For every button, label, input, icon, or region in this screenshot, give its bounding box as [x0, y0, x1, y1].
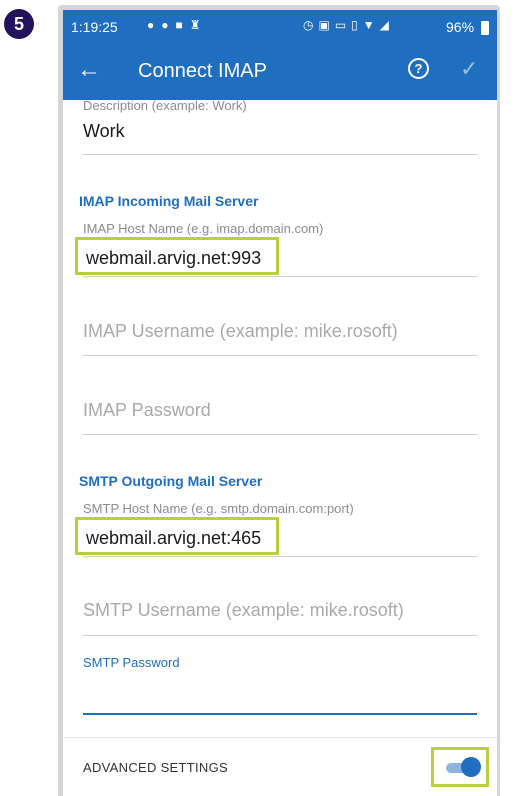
section-divider — [63, 737, 497, 738]
status-time: 1:19:25 — [71, 19, 118, 35]
imap-username-placeholder: IMAP Username (example: mike.rosoft) — [83, 321, 398, 341]
youtube-icon: ■ — [175, 18, 190, 32]
phone-screen: 1:19:25 ●●■♜ ◷▣▭▯▼◢ 96% ← Connect IMAP ?… — [63, 10, 497, 796]
smtp-host-underline — [83, 556, 477, 557]
notification-icons: ●●■♜ — [147, 18, 208, 32]
imap-password-field[interactable]: IMAP Password — [83, 400, 477, 421]
back-arrow-icon[interactable]: ← — [77, 56, 101, 84]
imap-host-value: webmail.arvig.net:993 — [86, 248, 262, 268]
battery-percent: 96% — [446, 19, 475, 35]
imap-password-underline — [83, 434, 477, 435]
smtp-section-header: SMTP Outgoing Mail Server — [79, 473, 263, 489]
system-icons: ◷▣▭▯▼◢ — [303, 18, 394, 32]
facebook-icon: ● — [147, 18, 162, 32]
smtp-host-field[interactable]: webmail.arvig.net:465 — [75, 517, 279, 555]
smtp-username-field[interactable]: SMTP Username (example: mike.rosoft) — [83, 600, 477, 621]
description-field[interactable]: Description (example: Work) — [83, 98, 477, 113]
step-number-badge: 5 — [4, 9, 34, 39]
smtp-host-label-wrap: SMTP Host Name (e.g. smtp.domain.com:por… — [83, 501, 477, 516]
imap-username-field[interactable]: IMAP Username (example: mike.rosoft) — [83, 321, 477, 342]
wifi-icon: ▼ — [362, 18, 380, 32]
status-bar: 1:19:25 ●●■♜ ◷▣▭▯▼◢ 96% — [63, 10, 497, 44]
imap-host-label-wrap: IMAP Host Name (e.g. imap.domain.com) — [83, 221, 477, 236]
battery-icon — [481, 21, 489, 35]
smtp-host-label: SMTP Host Name (e.g. smtp.domain.com:por… — [83, 501, 354, 516]
signal-icon: ◢ — [379, 18, 394, 32]
smtp-password-label: SMTP Password — [83, 655, 180, 670]
confirm-check-icon[interactable]: ✓ — [460, 56, 478, 82]
imap-section-header: IMAP Incoming Mail Server — [79, 193, 259, 209]
volte-icon: ▭ — [334, 18, 352, 32]
nfc-icon: ▣ — [318, 18, 335, 32]
facebook-icon: ● — [161, 18, 176, 32]
imap-password-placeholder: IMAP Password — [83, 400, 211, 420]
description-value-wrap: Work — [83, 121, 477, 142]
advanced-settings-toggle[interactable] — [431, 747, 489, 787]
description-underline — [83, 154, 477, 155]
page-title: Connect IMAP — [138, 60, 267, 82]
description-label: Description (example: Work) — [83, 98, 247, 113]
smtp-username-underline — [83, 635, 477, 636]
imap-host-field[interactable]: webmail.arvig.net:993 — [75, 237, 279, 275]
imap-host-label: IMAP Host Name (e.g. imap.domain.com) — [83, 221, 324, 236]
imap-host-underline — [83, 276, 477, 277]
trophy-icon: ♜ — [189, 18, 208, 32]
vibrate-icon: ▯ — [351, 18, 363, 32]
advanced-settings-label: ADVANCED SETTINGS — [83, 760, 228, 775]
description-value: Work — [83, 121, 125, 141]
smtp-password-underline — [83, 713, 477, 715]
app-bar: ← Connect IMAP ? ✓ — [63, 44, 497, 100]
smtp-username-placeholder: SMTP Username (example: mike.rosoft) — [83, 600, 404, 620]
toggle-thumb — [461, 757, 481, 777]
imap-username-underline — [83, 355, 477, 356]
smtp-password-field[interactable] — [83, 678, 477, 712]
alarm-icon: ◷ — [303, 18, 319, 32]
smtp-host-value: webmail.arvig.net:465 — [86, 528, 262, 548]
help-icon[interactable]: ? — [408, 58, 429, 79]
